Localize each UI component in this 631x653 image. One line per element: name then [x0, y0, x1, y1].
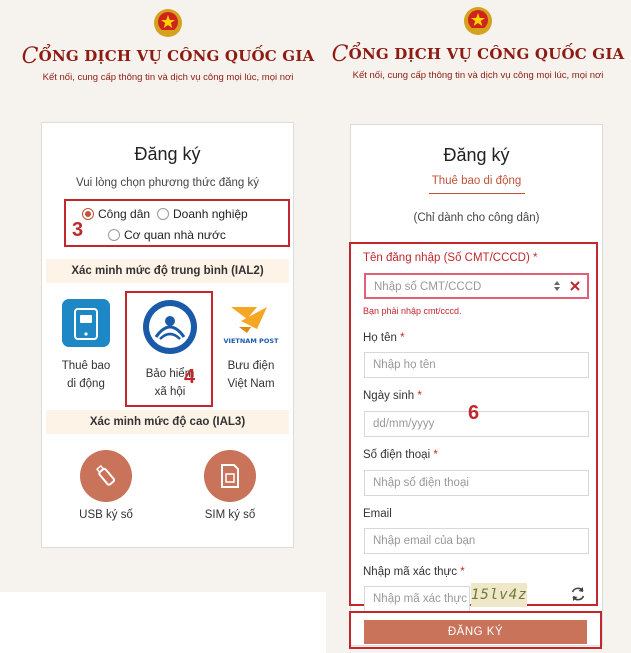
user-type-radio-group: Công dân Doanh nghiệp Cơ quan nhà nước 3 [64, 199, 290, 247]
sim-icon [204, 450, 256, 502]
national-emblem-icon [154, 9, 182, 37]
register-form-card: Đăng ký Thuê bao di động (Chỉ dành cho c… [349, 124, 603, 649]
fullname-input[interactable]: Nhập họ tên [364, 352, 589, 378]
ial2-band: Xác minh mức độ trung bình (IAL2) [46, 259, 289, 283]
radio-business[interactable]: Doanh nghiệp [157, 207, 248, 221]
phone-input[interactable]: Nhập số điện thoại [364, 470, 589, 496]
sim-card-phone-icon [62, 299, 110, 347]
option-vietnam-post[interactable]: VIETNAM POST Bưu điện Việt Nam [220, 299, 282, 393]
tab-mobile-subscriber[interactable]: Thuê bao di động [351, 175, 602, 187]
method-instruction: Vui lòng chọn phương thức đăng ký [76, 177, 259, 189]
vietnam-post-logo-icon: VIETNAM POST [224, 307, 279, 345]
card-title: Đăng ký [134, 144, 201, 164]
step-marker: 6 [468, 402, 480, 424]
dob-label: Ngày sinh * [363, 390, 422, 402]
portal-subtitle: Kết nối, cung cấp thông tin và dịch vụ c… [352, 70, 604, 81]
register-method-card: Đăng ký Vui lòng chọn phương thức đăng k… [41, 122, 294, 548]
portal-title: CỔNG DỊCH VỤ CÔNG QUỐC GIA [331, 42, 625, 67]
step-marker: 3 [72, 219, 84, 241]
radio-dot-icon [82, 208, 94, 220]
bhxh-logo-icon [143, 300, 197, 354]
email-label: Email [363, 508, 392, 520]
clear-icon[interactable] [570, 281, 580, 291]
submit-highlight: 7 ĐĂNG KÝ [349, 611, 602, 649]
option-label: Bảo hiểm xã hội [145, 368, 195, 398]
username-label: Tên đăng nhập (Số CMT/CCCD) * [363, 252, 538, 264]
option-social-insurance[interactable]: Bảo hiểm xã hội [134, 299, 206, 401]
portal-subtitle: Kết nối, cung cấp thông tin và dịch vụ c… [42, 72, 294, 83]
radio-citizen[interactable]: Công dân [82, 207, 150, 221]
option-label: Thuê bao di động [61, 360, 111, 390]
portal-title: CỔNG DỊCH VỤ CÔNG QUỐC GIA [21, 44, 315, 69]
radio-government-agency[interactable]: Cơ quan nhà nước [108, 228, 226, 242]
option-label: Bưu điện Việt Nam [227, 360, 275, 390]
captcha-input[interactable]: Nhập mã xác thực [364, 586, 470, 612]
portal-header-right: CỔNG DỊCH VỤ CÔNG QUỐC GIA Kết nối, cung… [328, 6, 628, 81]
option-usb-token[interactable]: USB ký số [66, 450, 146, 524]
captcha-image: 15lv4z [471, 583, 527, 607]
register-button[interactable]: ĐĂNG KÝ [364, 620, 587, 644]
tab-underline [428, 193, 525, 194]
option-sim-signature[interactable]: SIM ký số [190, 450, 270, 524]
step-marker: 4 [184, 366, 196, 388]
fullname-label: Họ tên * [363, 332, 405, 344]
registration-form: Tên đăng nhập (Số CMT/CCCD) * Nhập số CM… [349, 242, 598, 612]
citizen-only-note: (Chỉ dành cho công dân) [413, 212, 540, 224]
usb-icon [80, 450, 132, 502]
option-mobile-subscriber[interactable]: Thuê bao di động [54, 299, 118, 393]
background-strip [0, 592, 326, 653]
radio-dot-icon [108, 229, 120, 241]
national-emblem-icon [464, 7, 492, 35]
phone-label: Số điện thoại * [363, 449, 438, 461]
email-input[interactable]: Nhập email của bạn [364, 528, 589, 554]
stepper-icon[interactable] [553, 280, 561, 292]
card-title: Đăng ký [443, 145, 510, 165]
portal-header-left: CỔNG DỊCH VỤ CÔNG QUỐC GIA Kết nối, cung… [18, 8, 318, 83]
captcha-label: Nhập mã xác thực * [363, 566, 465, 578]
username-error: Bạn phải nhập cmt/cccd. [363, 306, 462, 316]
refresh-icon[interactable] [569, 585, 587, 603]
radio-dot-icon [157, 208, 169, 220]
ial3-band: Xác minh mức độ cao (IAL3) [46, 410, 289, 434]
svg-text:VIETNAM POST: VIETNAM POST [224, 337, 279, 345]
